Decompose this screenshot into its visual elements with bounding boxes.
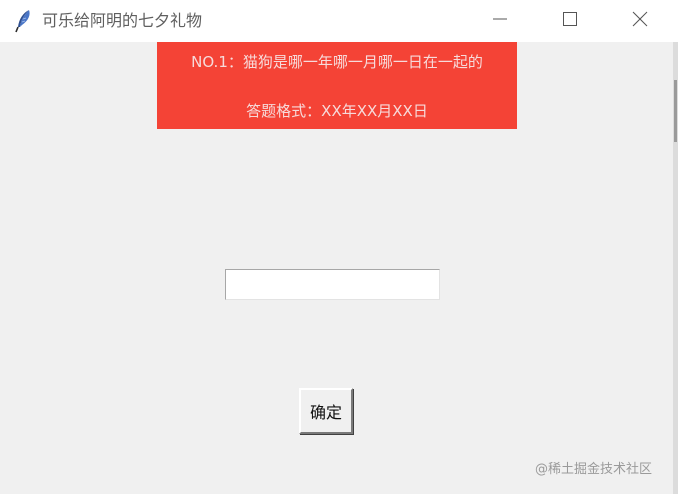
answer-format-hint: 答题格式：XX年XX月XX日 <box>246 102 428 120</box>
title-bar[interactable]: 可乐给阿明的七夕礼物 <box>0 0 678 42</box>
question-label: NO.1：猫狗是哪一年哪一月哪一日在一起的 答题格式：XX年XX月XX日 <box>157 42 517 129</box>
close-button[interactable] <box>617 0 663 42</box>
close-icon <box>632 11 648 31</box>
confirm-button[interactable]: 确定 <box>299 388 353 434</box>
window-title: 可乐给阿明的七夕礼物 <box>42 11 203 30</box>
maximize-button[interactable] <box>547 0 593 42</box>
answer-input[interactable] <box>225 269 440 300</box>
minimize-button[interactable] <box>477 0 523 42</box>
minimize-icon <box>492 11 508 31</box>
watermark-text: @稀土掘金技术社区 <box>535 462 653 477</box>
scrollbar-thumb[interactable] <box>674 80 677 142</box>
question-text: NO.1：猫狗是哪一年哪一月哪一日在一起的 <box>191 53 483 71</box>
maximize-icon <box>562 11 578 31</box>
app-window: 可乐给阿明的七夕礼物 NO.1：猫狗是哪一年哪一月哪一日在一起的 答题格式：XX… <box>0 0 678 494</box>
feather-icon <box>14 9 34 33</box>
